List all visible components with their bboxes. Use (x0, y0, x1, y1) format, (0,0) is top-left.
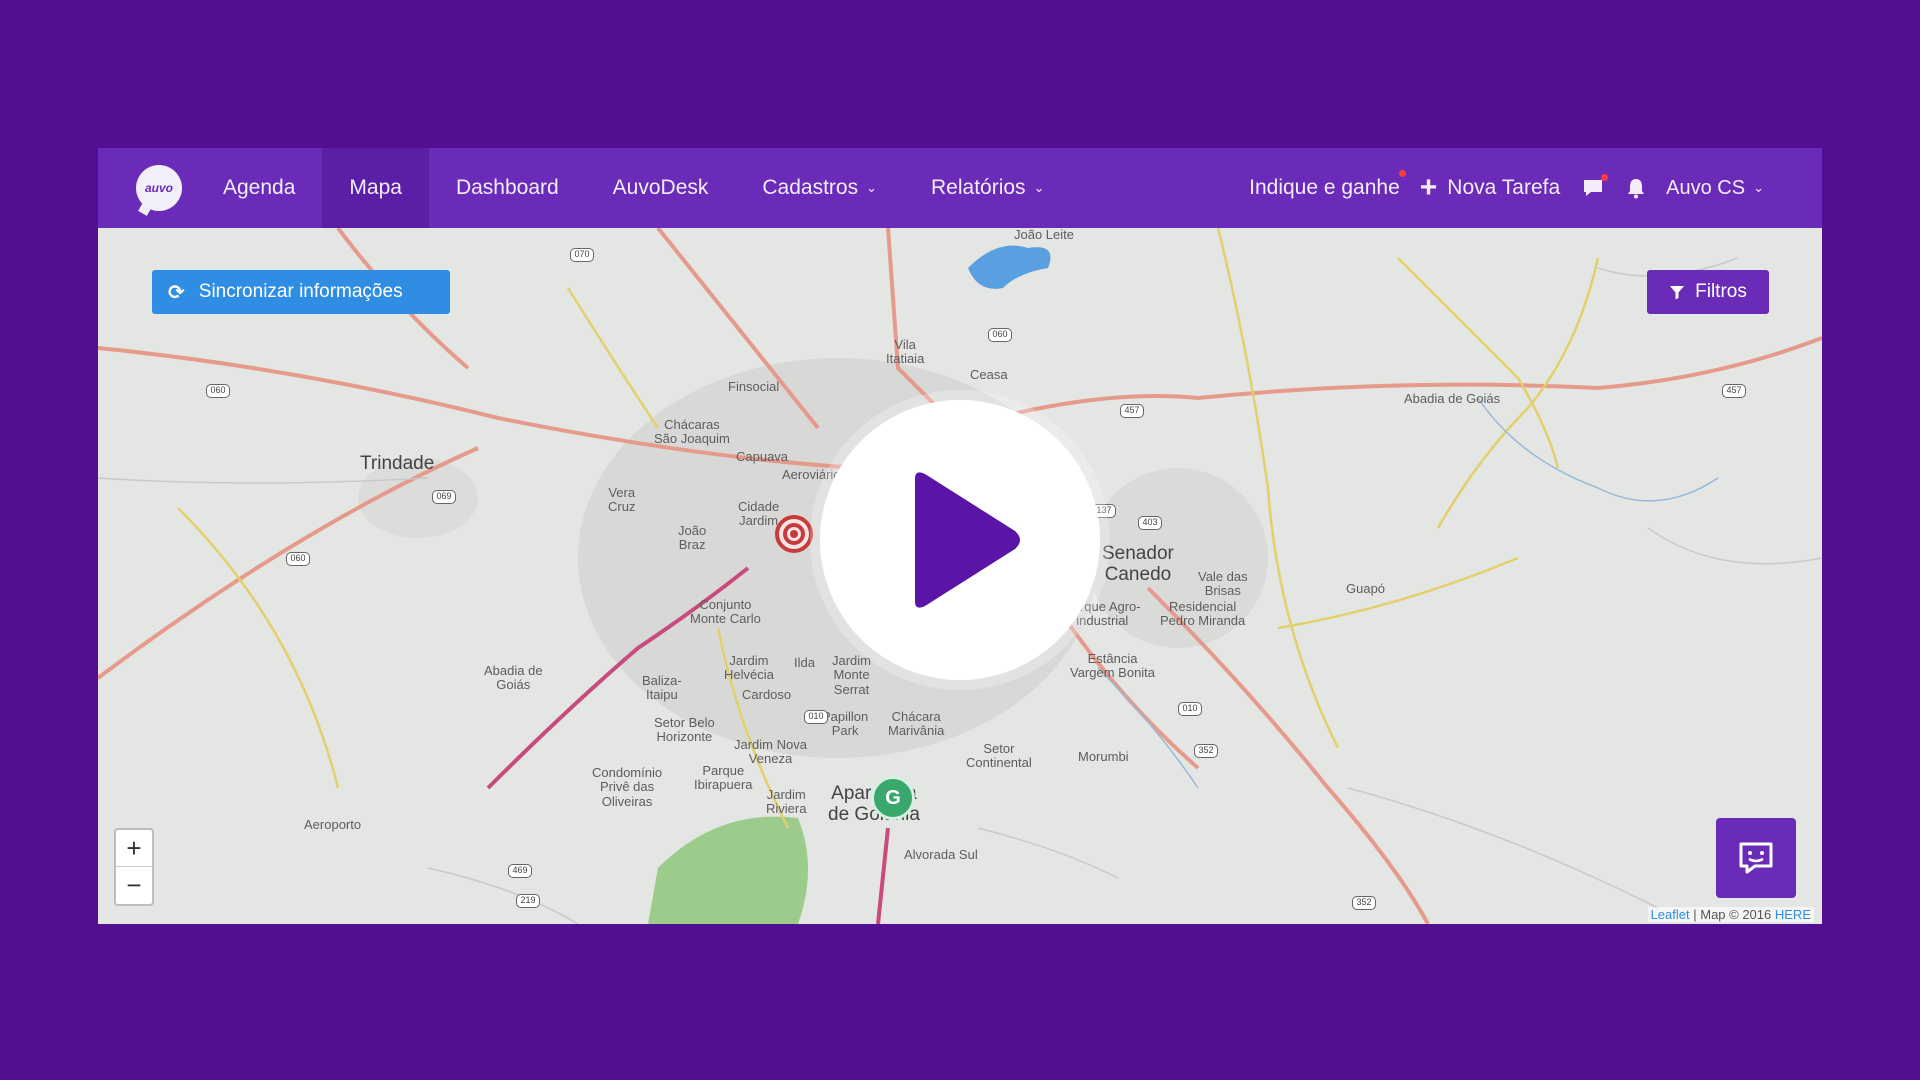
highway-shield: 457 (1120, 404, 1144, 418)
highway-shield: 060 (988, 328, 1012, 342)
place-label: Condomínio Privê das Oliveiras (592, 765, 663, 809)
place-label: Ilda (794, 655, 815, 670)
place-label: Abadia de Goiás (484, 663, 543, 693)
place-label: Cidade Jardim (738, 499, 780, 529)
place-label: Setor Belo Horizonte (654, 715, 715, 745)
place-label: Estância Vargem Bonita (1070, 651, 1156, 681)
place-label: Capuava (736, 449, 789, 464)
highway-shield: 069 (432, 490, 456, 504)
place-label: Papillon Park (822, 709, 869, 739)
place-label: Guapó (1346, 581, 1386, 596)
place-label: Senador Canedo (1102, 543, 1174, 585)
sync-button[interactable]: ⟳ Sincronizar informações (152, 270, 450, 314)
highway-shield: 457 (1722, 384, 1746, 398)
place-label: Alvorada Sul (904, 847, 978, 862)
user-menu[interactable]: Auvo CS ⌄ (1666, 177, 1764, 200)
place-label: Residencial Pedro Miranda (1160, 599, 1246, 629)
highway-shield: 070 (570, 248, 594, 262)
place-label: Ceasa (970, 367, 1008, 382)
highway-shield: 352 (1352, 896, 1376, 910)
nav-relatorios[interactable]: Relatórios ⌄ (904, 148, 1071, 228)
notification-dot (1601, 174, 1609, 181)
refresh-icon: ⟳ (168, 281, 185, 304)
place-label: Setor Continental (966, 741, 1032, 771)
auvo-logo[interactable]: auvo (136, 165, 182, 211)
place-label: João Leite (1014, 228, 1074, 242)
chevron-down-icon: ⌄ (1033, 180, 1045, 195)
place-label: Chácaras São Joaquim (654, 417, 730, 447)
place-label: Vila Itatiaia (886, 337, 925, 367)
highway-shield: 403 (1138, 516, 1162, 530)
filter-button-label: Filtros (1695, 281, 1747, 302)
notifications-button[interactable] (1626, 177, 1646, 199)
highway-shield: 352 (1194, 744, 1218, 758)
top-navbar: auvo Agenda Mapa Dashboard AuvoDesk Cada… (98, 148, 1822, 228)
notification-dot (1398, 170, 1406, 177)
target-marker[interactable] (775, 515, 813, 553)
nav-agenda[interactable]: Agenda (196, 148, 322, 228)
play-icon (915, 472, 1020, 608)
highway-shield: 010 (804, 710, 828, 724)
attribution-text: | Map © 2016 (1693, 907, 1772, 922)
funnel-icon (1670, 286, 1685, 300)
place-label: Jardim Riviera (766, 787, 807, 817)
chevron-down-icon: ⌄ (1753, 180, 1764, 195)
zoom-in-button[interactable]: + (116, 830, 152, 867)
place-label: Trindade (360, 453, 435, 474)
messages-button[interactable] (1582, 174, 1609, 199)
nav-mapa[interactable]: Mapa (322, 148, 429, 228)
bell-icon (1628, 179, 1645, 199)
highway-shield: 469 (508, 864, 532, 878)
place-label: Vale das Brisas (1198, 569, 1248, 599)
place-label: Morumbi (1078, 749, 1129, 764)
plus-icon: + (1419, 171, 1438, 204)
indique-label: Indique e ganhe (1249, 176, 1400, 199)
place-label: Baliza- Itaipu (642, 673, 682, 703)
nav-relatorios-label: Relatórios (931, 176, 1026, 199)
place-label: Jardim Nova Veneza (734, 737, 807, 767)
map-attribution: Leaflet | Map © 2016 HERE (1647, 907, 1814, 922)
nova-tarefa-label: Nova Tarefa (1447, 176, 1561, 199)
place-label: Jardim Helvécia (724, 653, 774, 683)
place-label: Conjunto Monte Carlo (690, 597, 761, 627)
video-play-button[interactable] (820, 400, 1100, 680)
zoom-out-button[interactable]: − (116, 867, 152, 904)
chat-button[interactable] (1716, 818, 1796, 898)
location-marker-g[interactable]: G (871, 776, 915, 820)
leaflet-link[interactable]: Leaflet (1651, 907, 1690, 922)
highway-shield: 060 (286, 552, 310, 566)
highway-shield: 010 (1178, 702, 1202, 716)
chat-icon (1739, 842, 1773, 874)
nav-cadastros-label: Cadastros (762, 176, 859, 199)
nav-auvodesk[interactable]: AuvoDesk (586, 148, 736, 228)
message-icon (1584, 180, 1603, 196)
highway-shield: 060 (206, 384, 230, 398)
place-label: Jardim Monte Serrat (832, 653, 872, 697)
place-label: Vera Cruz (608, 485, 636, 515)
nova-tarefa-button[interactable]: + Nova Tarefa (1420, 173, 1560, 203)
user-name: Auvo CS (1666, 176, 1746, 199)
place-label: Aeroporto (304, 817, 362, 832)
place-label: Parque Ibirapuera (694, 763, 753, 793)
indique-link[interactable]: Indique e ganhe (1249, 170, 1412, 200)
filter-button[interactable]: Filtros (1647, 270, 1769, 314)
zoom-control: + − (114, 828, 154, 906)
place-label: Abadia de Goiás (1404, 391, 1501, 406)
nav-cadastros[interactable]: Cadastros ⌄ (735, 148, 904, 228)
navbar-right: Indique e ganhe + Nova Tarefa Auvo CS ⌄ (1249, 148, 1822, 228)
place-label: João Braz (678, 523, 707, 553)
chevron-down-icon: ⌄ (866, 180, 878, 195)
sync-button-label: Sincronizar informações (198, 281, 403, 302)
place-label: Chácara Marivânia (888, 709, 945, 739)
nav-dashboard[interactable]: Dashboard (429, 148, 586, 228)
here-link[interactable]: HERE (1775, 907, 1811, 922)
place-label: Cardoso (742, 687, 792, 702)
highway-shield: 219 (516, 894, 540, 908)
place-label: Finsocial (728, 379, 780, 394)
